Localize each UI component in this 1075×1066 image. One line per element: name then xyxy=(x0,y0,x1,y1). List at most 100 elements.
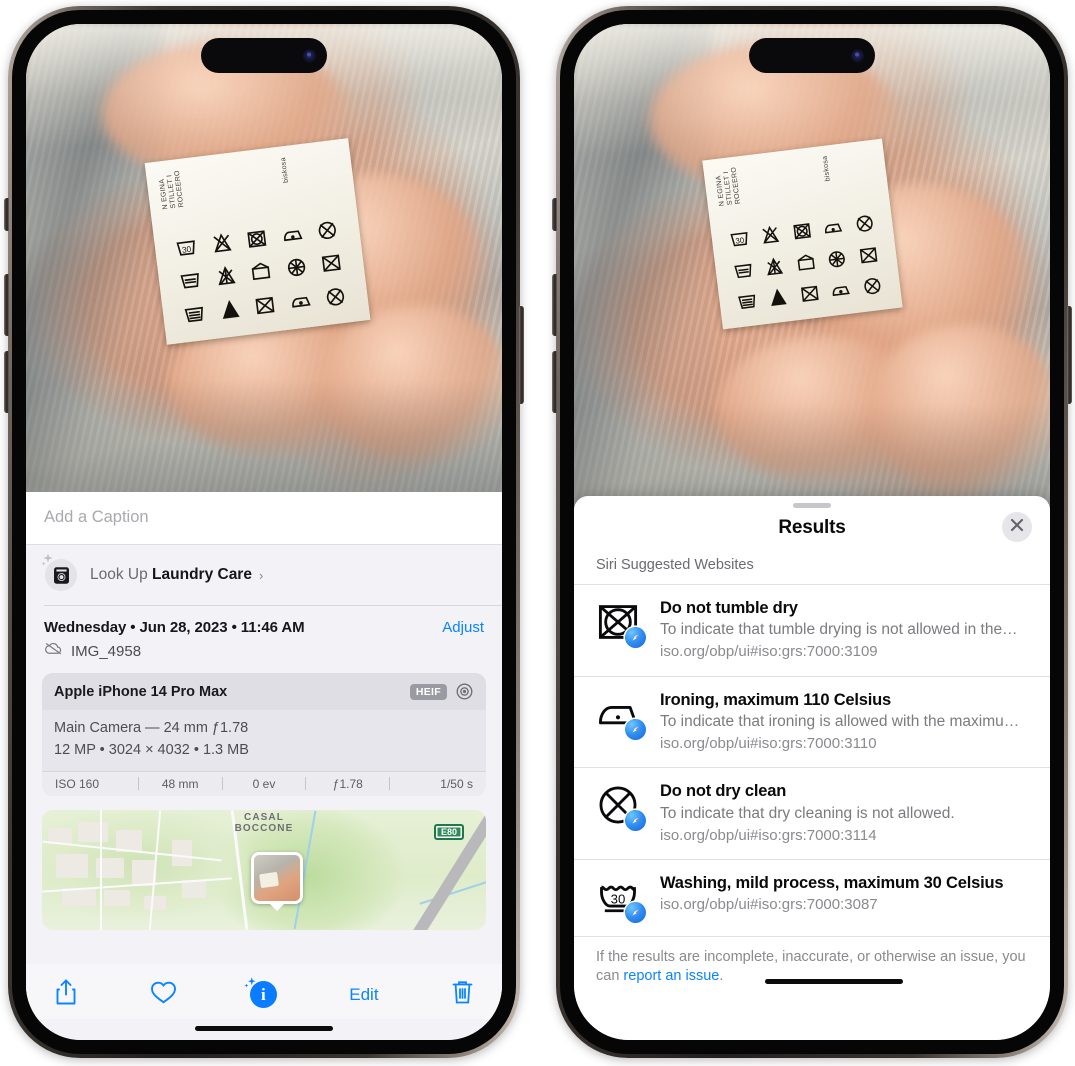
wash-symbol-2 xyxy=(731,259,756,282)
location-map[interactable]: CASAL BOCCONE E80 xyxy=(42,809,486,930)
photo-viewer[interactable]: N EGINA STILLET I ROCEERO biskosa 30 xyxy=(26,24,502,492)
exif-header: Apple iPhone 14 Pro Max HEIF xyxy=(42,673,486,710)
volume-up-button[interactable] xyxy=(4,274,9,336)
map-town-label-top: CASAL xyxy=(244,811,284,823)
power-button[interactable] xyxy=(1067,306,1072,404)
tumble-dry-symbol xyxy=(282,256,311,281)
home-indicator[interactable] xyxy=(765,978,903,984)
right-phone-screen: N EGINA STILLET I ROCEERO biskosa 30 Res… xyxy=(574,24,1050,1040)
svg-text:30: 30 xyxy=(611,891,626,906)
iron-dot-symbol xyxy=(828,278,853,301)
capture-date: Wednesday • Jun 28, 2023 • 11:46 AM xyxy=(44,619,305,636)
result-url: iso.org/obp/ui#iso:grs:7000:3114 xyxy=(660,826,877,844)
favorite-button[interactable] xyxy=(150,980,177,1010)
pin-thumbnail xyxy=(253,854,300,901)
exif-stats-row: ISO 160 48 mm 0 ev ƒ1.78 1/50 s xyxy=(42,770,486,796)
do-not-tumble-dry-symbol xyxy=(790,220,815,243)
look-up-label: Look Up Laundry Care xyxy=(90,566,252,584)
safari-icon xyxy=(625,901,646,923)
front-camera-icon xyxy=(851,49,864,62)
volume-up-button[interactable] xyxy=(552,274,557,336)
map-town-label-bottom: BOCCONE xyxy=(234,823,294,834)
raw-lens-icon[interactable] xyxy=(455,682,474,701)
exif-body: Main Camera — 24 mm ƒ1.78 12 MP • 3024 ×… xyxy=(42,710,486,771)
sparkle-icon xyxy=(40,552,56,573)
result-url: iso.org/obp/ui#iso:grs:7000:3110 xyxy=(660,734,877,752)
flat-dry-symbol xyxy=(793,251,818,274)
caption-field[interactable]: Add a Caption xyxy=(26,492,502,545)
info-button[interactable]: i xyxy=(244,977,277,1008)
close-button[interactable] xyxy=(1002,512,1032,542)
right-phone-bezel: N EGINA STILLET I ROCEERO biskosa 30 Res… xyxy=(560,10,1064,1054)
footnote-text-after: . xyxy=(719,968,724,985)
report-an-issue-link[interactable]: report an issue xyxy=(623,968,719,984)
laundry-care-label: N EGINA STILLET I ROCEERO biskosa 30 xyxy=(144,138,370,345)
result-icon-wrap: 30 xyxy=(596,873,646,923)
do-not-tumble-dry-symbol-2 xyxy=(856,243,881,266)
share-button[interactable] xyxy=(54,978,78,1011)
photo-info-panel: Add a Caption Look Up Laundry Care › Wed… xyxy=(26,492,502,1040)
volume-down-button[interactable] xyxy=(4,351,9,413)
wash-symbol-3 xyxy=(180,302,209,327)
front-camera-icon xyxy=(303,49,316,62)
do-not-dry-clean-symbol-2 xyxy=(860,274,885,297)
look-up-icon-wrap xyxy=(41,553,80,594)
left-phone-device: N EGINA STILLET I ROCEERO biskosa 30 Add… xyxy=(4,6,524,1058)
action-button[interactable] xyxy=(552,198,557,231)
file-name: IMG_4958 xyxy=(71,642,142,660)
result-row[interactable]: Do not tumble dry To indicate that tumbl… xyxy=(574,585,1050,677)
result-row[interactable]: 30 Washing, mild process, maximum 30 Cel… xyxy=(574,860,1050,936)
safari-icon xyxy=(625,718,646,740)
safari-icon xyxy=(625,627,646,648)
wash-symbol-3 xyxy=(735,290,760,313)
do-not-dry-clean-symbol xyxy=(313,218,342,243)
look-up-row[interactable]: Look Up Laundry Care › xyxy=(26,545,502,605)
format-badge: HEIF xyxy=(409,683,447,700)
result-title: Do not dry clean xyxy=(660,782,787,801)
right-phone-device: N EGINA STILLET I ROCEERO biskosa 30 Res… xyxy=(552,6,1072,1058)
tumble-dry-symbol xyxy=(825,247,850,270)
heart-icon xyxy=(150,980,177,1010)
photo-bottom-shadow xyxy=(26,379,502,492)
result-row[interactable]: Do not dry clean To indicate that dry cl… xyxy=(574,768,1050,860)
iron-dot-symbol xyxy=(286,289,315,314)
delete-button[interactable] xyxy=(451,979,474,1011)
photo-toolbar: i Edit xyxy=(26,964,502,1019)
photo-location-pin[interactable] xyxy=(250,851,303,904)
result-url: iso.org/obp/ui#iso:grs:7000:3087 xyxy=(660,896,878,914)
adjust-date-button[interactable]: Adjust xyxy=(442,619,484,636)
volume-down-button[interactable] xyxy=(552,351,557,413)
photo-viewer[interactable]: N EGINA STILLET I ROCEERO biskosa 30 xyxy=(574,24,1050,524)
result-row[interactable]: Ironing, maximum 110 Celsius To indicate… xyxy=(574,677,1050,769)
dynamic-island[interactable] xyxy=(749,38,875,73)
map-town-label: CASAL BOCCONE xyxy=(235,812,294,835)
action-button[interactable] xyxy=(4,198,9,231)
do-not-bleach-filled-symbol xyxy=(766,286,791,309)
bleach-symbol xyxy=(762,255,787,278)
do-not-tumble-dry-symbol-2 xyxy=(317,251,346,276)
result-icon-wrap xyxy=(596,690,646,740)
flat-dry-symbol xyxy=(246,260,275,285)
result-url: iso.org/obp/ui#iso:grs:7000:3109 xyxy=(660,643,878,661)
exif-stat-ev: 0 ev xyxy=(252,776,276,791)
label-vertical-text-2: biskosa xyxy=(279,157,290,184)
screenshot-stage: N EGINA STILLET I ROCEERO biskosa 30 Add… xyxy=(0,0,1075,1066)
capture-date-row: Wednesday • Jun 28, 2023 • 11:46 AM Adju… xyxy=(26,606,502,640)
do-not-bleach-symbol xyxy=(758,224,783,247)
icloud-slash-icon xyxy=(44,641,63,661)
edit-button[interactable]: Edit xyxy=(349,985,378,1005)
exif-card[interactable]: Apple iPhone 14 Pro Max HEIF Main Camera… xyxy=(42,673,486,796)
result-icon-wrap xyxy=(596,598,646,648)
exif-stat-iso: ISO 160 xyxy=(55,776,100,791)
left-phone-bezel: N EGINA STILLET I ROCEERO biskosa 30 Add… xyxy=(12,10,516,1054)
caption-placeholder: Add a Caption xyxy=(44,508,149,526)
exif-stat-shutter: 1/50 s xyxy=(440,776,473,791)
device-name: Apple iPhone 14 Pro Max xyxy=(54,683,228,700)
dynamic-island[interactable] xyxy=(201,38,327,73)
label-vertical-text-1: N EGINA STILLET I ROCEERO xyxy=(715,166,742,207)
power-button[interactable] xyxy=(519,306,524,404)
do-not-bleach-filled-symbol xyxy=(215,297,244,322)
safari-icon xyxy=(625,810,646,832)
home-indicator[interactable] xyxy=(195,1026,333,1031)
exif-stat-focal: 48 mm xyxy=(161,776,199,791)
